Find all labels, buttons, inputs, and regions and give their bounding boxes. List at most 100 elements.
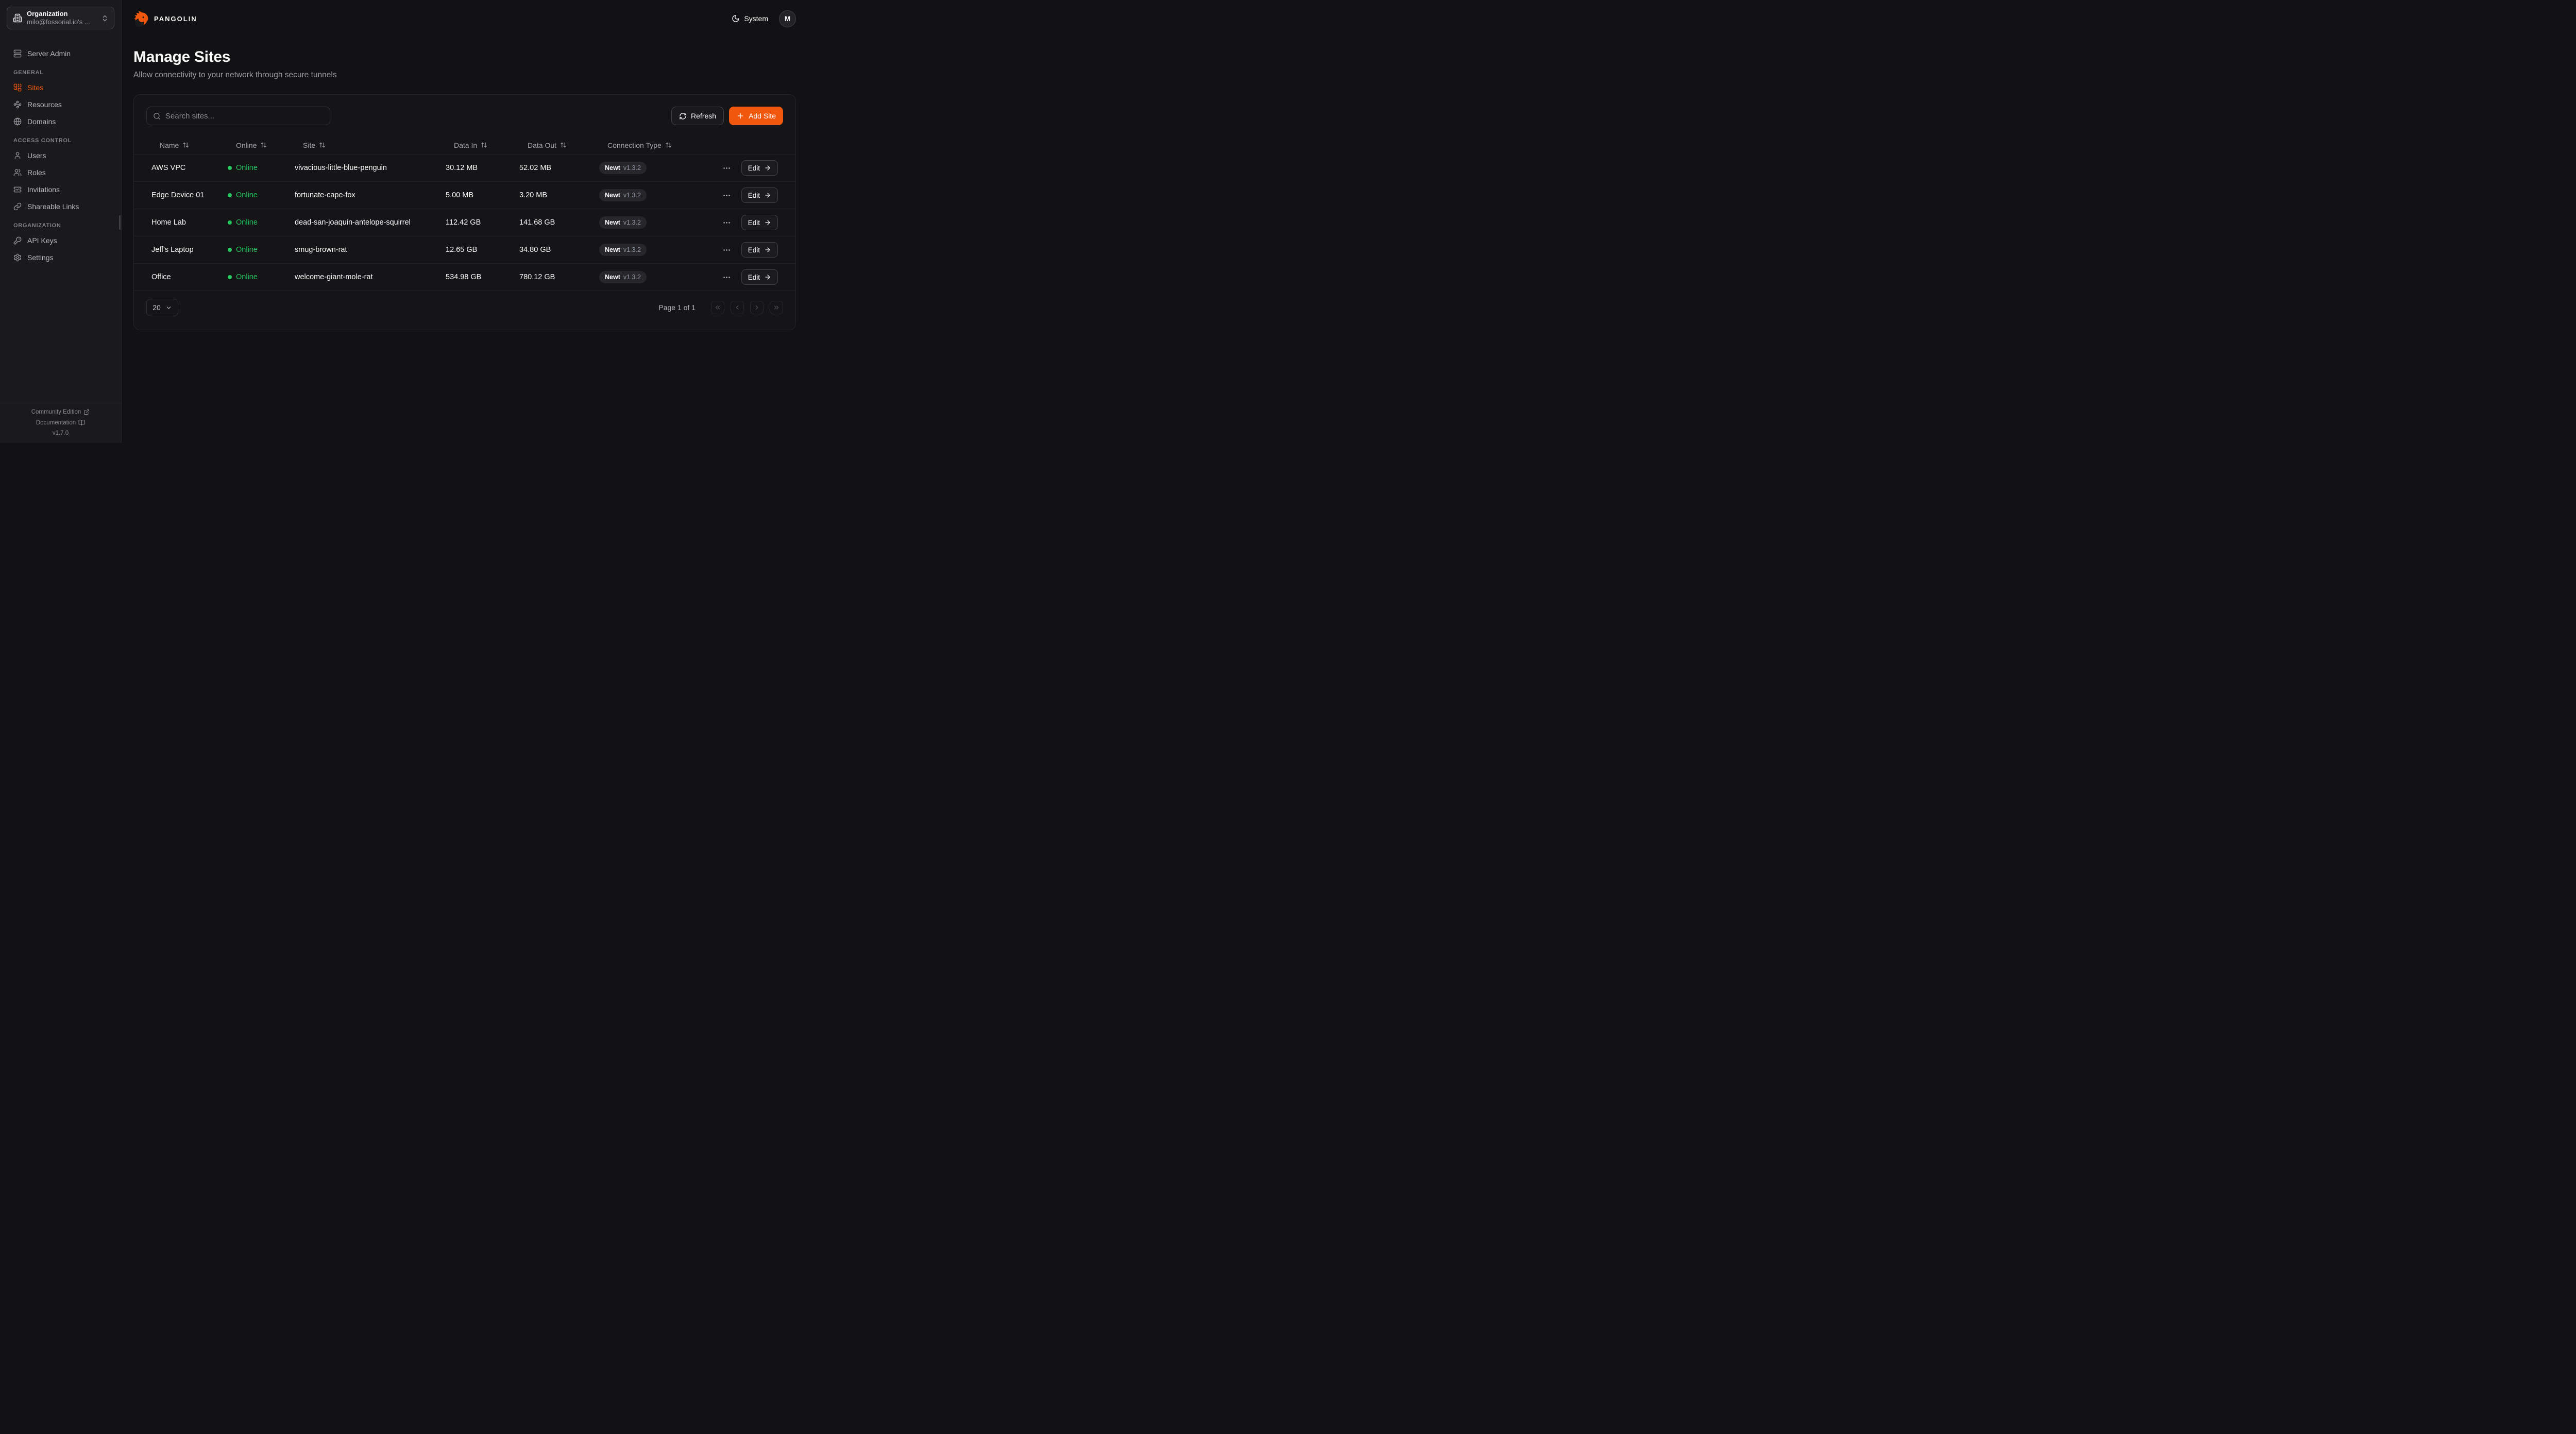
page-size-select[interactable]: 20	[146, 299, 178, 316]
row-menu-button[interactable]	[721, 272, 732, 283]
sidebar-item-roles[interactable]: Roles	[13, 168, 114, 177]
previous-page-button[interactable]	[731, 301, 744, 314]
sidebar-item-label: Sites	[27, 83, 43, 92]
org-selector[interactable]: Organization milo@fossorial.io's ...	[7, 7, 114, 29]
table-row: Jeff's Laptop Online smug-brown-rat 12.6…	[134, 236, 795, 264]
site-slug: vivacious-little-blue-penguin	[295, 164, 446, 172]
sidebar-item-domains[interactable]: Domains	[13, 117, 114, 126]
ellipsis-icon	[722, 164, 731, 173]
column-header-data-out[interactable]: Data Out	[519, 141, 599, 149]
chevron-left-icon	[734, 304, 741, 311]
online-status: Online	[228, 164, 295, 172]
row-menu-button[interactable]	[721, 245, 732, 255]
brand-logo[interactable]: PANGOLIN	[133, 11, 197, 27]
chevron-down-icon	[165, 304, 172, 311]
add-site-label: Add Site	[749, 112, 776, 120]
gear-icon	[13, 253, 22, 262]
documentation-link[interactable]: Documentation	[0, 419, 121, 426]
combine-icon	[13, 83, 22, 92]
online-dot-icon	[228, 166, 232, 170]
online-dot-icon	[228, 220, 232, 225]
row-menu-button[interactable]	[721, 217, 732, 228]
documentation-label: Documentation	[36, 420, 76, 426]
sidebar-item-users[interactable]: Users	[13, 151, 114, 160]
sidebar-item-label: Resources	[27, 100, 62, 109]
theme-toggle[interactable]: System	[732, 14, 768, 23]
refresh-icon	[679, 112, 687, 120]
arrow-right-icon	[764, 219, 771, 226]
site-name: Jeff's Laptop	[151, 246, 228, 254]
org-selector-value: milo@fossorial.io's ...	[27, 18, 96, 26]
column-header-name[interactable]: Name	[151, 141, 228, 149]
sidebar-item-label: Settings	[27, 253, 54, 262]
sidebar-item-invitations[interactable]: Invitations	[13, 185, 114, 194]
chevrons-up-down-icon	[101, 14, 109, 22]
sidebar-item-resources[interactable]: Resources	[13, 100, 114, 109]
ellipsis-icon	[722, 191, 731, 200]
page-subtitle: Allow connectivity to your network throu…	[133, 71, 796, 80]
arrow-right-icon	[764, 274, 771, 281]
table-row: AWS VPC Online vivacious-little-blue-pen…	[134, 155, 795, 182]
sidebar-item-shareable-links[interactable]: Shareable Links	[13, 202, 114, 211]
theme-label: System	[744, 14, 768, 23]
refresh-button[interactable]: Refresh	[671, 107, 724, 125]
site-slug: fortunate-cape-fox	[295, 191, 446, 199]
site-slug: smug-brown-rat	[295, 246, 446, 254]
search-input[interactable]	[165, 112, 324, 121]
table-toolbar: Refresh Add Site	[134, 107, 795, 125]
table-footer: 20 Page 1 of 1	[134, 291, 795, 316]
next-page-button[interactable]	[750, 301, 764, 314]
main-content: PANGOLIN System M Manage Sites Allow con…	[122, 0, 808, 443]
moon-icon	[732, 14, 740, 23]
community-edition-link[interactable]: Community Edition	[0, 409, 121, 415]
link-icon	[13, 202, 22, 211]
column-header-online[interactable]: Online	[228, 141, 295, 149]
sidebar-item-api-keys[interactable]: API Keys	[13, 236, 114, 245]
edit-button[interactable]: Edit	[741, 160, 778, 176]
data-out-value: 52.02 MB	[519, 164, 599, 172]
column-header-site[interactable]: Site	[295, 141, 446, 149]
add-site-button[interactable]: Add Site	[729, 107, 783, 125]
sort-arrows-icon	[560, 142, 567, 148]
sidebar-item-label: Domains	[27, 117, 56, 126]
first-page-button[interactable]	[711, 301, 724, 314]
edit-button[interactable]: Edit	[741, 269, 778, 285]
sidebar-item-label: Users	[27, 151, 46, 160]
avatar[interactable]: M	[779, 10, 796, 27]
ellipsis-icon	[722, 246, 731, 254]
edit-button[interactable]: Edit	[741, 242, 778, 258]
sidebar-item-server-admin[interactable]: Server Admin	[13, 49, 114, 58]
table-row: Edge Device 01 Online fortunate-cape-fox…	[134, 182, 795, 209]
data-in-value: 30.12 MB	[446, 164, 519, 172]
sidebar-item-label: API Keys	[27, 236, 57, 245]
table-row: Office Online welcome-giant-mole-rat 534…	[134, 264, 795, 291]
sort-arrows-icon	[481, 142, 487, 148]
app-version: v1.7.0	[0, 430, 121, 436]
server-icon	[13, 49, 22, 58]
top-bar: PANGOLIN System M	[133, 0, 796, 37]
row-menu-button[interactable]	[721, 190, 732, 201]
data-in-value: 112.42 GB	[446, 218, 519, 227]
app-window: Organization milo@fossorial.io's ... Ser…	[0, 0, 808, 443]
sidebar-item-settings[interactable]: Settings	[13, 253, 114, 262]
sidebar: Organization milo@fossorial.io's ... Ser…	[0, 0, 122, 443]
sort-arrows-icon	[319, 142, 326, 148]
connection-type-badge: Newtv1.3.2	[599, 162, 647, 174]
globe-icon	[13, 117, 22, 126]
row-menu-button[interactable]	[721, 163, 732, 174]
sidebar-nav: Server Admin GENERAL Sites Resources Dom…	[0, 36, 121, 270]
key-icon	[13, 236, 22, 245]
site-slug: dead-san-joaquin-antelope-squirrel	[295, 218, 446, 227]
last-page-button[interactable]	[770, 301, 783, 314]
sidebar-item-label: Shareable Links	[27, 202, 79, 211]
search-icon	[153, 112, 161, 120]
column-header-data-in[interactable]: Data In	[446, 141, 519, 149]
online-status: Online	[228, 191, 295, 199]
avatar-initial: M	[785, 15, 790, 23]
chevrons-right-icon	[773, 304, 780, 311]
edit-button[interactable]: Edit	[741, 215, 778, 230]
sidebar-scrollbar[interactable]	[119, 215, 121, 230]
edit-button[interactable]: Edit	[741, 187, 778, 203]
column-header-connection-type[interactable]: Connection Type	[599, 141, 778, 149]
sidebar-item-sites[interactable]: Sites	[13, 83, 114, 92]
